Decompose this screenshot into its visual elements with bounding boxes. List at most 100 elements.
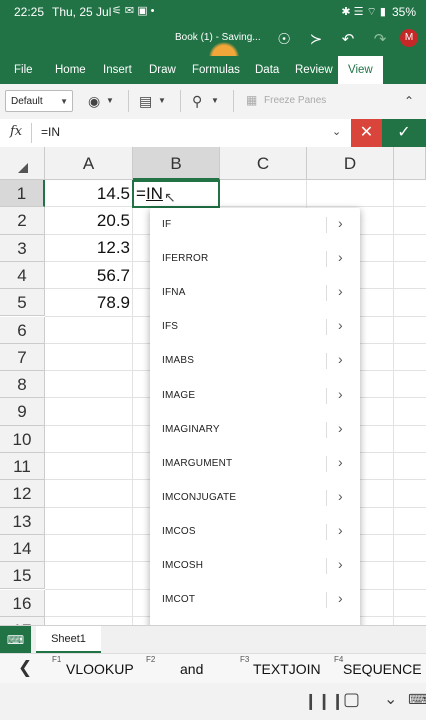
row-header[interactable]: 3 [0, 234, 45, 262]
row-header[interactable]: 9 [0, 398, 45, 426]
chevron-right-icon[interactable]: › [338, 283, 343, 299]
avatar[interactable]: M [400, 29, 418, 47]
row-header[interactable]: 2 [0, 207, 45, 235]
freeze-panes-button[interactable]: Freeze Panes [264, 95, 326, 106]
back-arrow-icon[interactable]: ❮ [18, 658, 32, 678]
zoom-icon[interactable]: ⚲ [192, 93, 202, 110]
row-header[interactable]: 8 [0, 371, 45, 399]
cell-a4[interactable]: 56.7 [47, 266, 130, 286]
grid-column-line [393, 180, 394, 625]
row-header[interactable]: 14 [0, 534, 45, 563]
suggestion-vlookup[interactable]: VLOOKUP [66, 661, 134, 677]
tab-formulas[interactable]: Formulas [192, 56, 240, 84]
cell-a1[interactable]: 14.5 [47, 184, 130, 204]
select-all-corner[interactable] [0, 147, 45, 180]
autocomplete-item[interactable]: IF › [150, 208, 360, 242]
chevron-down-icon[interactable]: ▼ [106, 96, 114, 105]
lightbulb-icon[interactable]: ☉ [274, 30, 294, 50]
autocomplete-item[interactable]: IMCOT › [150, 583, 360, 617]
tab-data[interactable]: Data [255, 56, 279, 84]
autocomplete-item[interactable]: IMCOS › [150, 515, 360, 549]
formula-input[interactable]: =IN [41, 125, 60, 139]
column-header-c[interactable]: C [220, 147, 307, 180]
tab-home[interactable]: Home [55, 56, 86, 84]
column-header-b[interactable]: B [133, 147, 220, 180]
row-header[interactable]: 16 [0, 589, 45, 617]
autocomplete-item[interactable]: IFS › [150, 310, 360, 344]
row-header[interactable]: 13 [0, 507, 45, 535]
row-header[interactable]: 1 [0, 180, 45, 208]
active-cell-b1[interactable]: =IN [132, 180, 220, 208]
view-style-value: Default [11, 96, 43, 107]
autocomplete-item[interactable]: IFNA › [150, 276, 360, 310]
row-header[interactable]: 12 [0, 480, 45, 508]
row-header[interactable]: 6 [0, 316, 45, 344]
cell-a5[interactable]: 78.9 [47, 293, 130, 313]
confirm-formula-button[interactable]: ✓ [382, 119, 426, 147]
autocomplete-item[interactable]: IFERROR › [150, 242, 360, 276]
chevron-right-icon[interactable]: › [338, 454, 343, 470]
chevron-right-icon[interactable]: › [338, 590, 343, 606]
chevron-right-icon[interactable]: › [338, 249, 343, 265]
autocomplete-item[interactable]: IMCONJUGATE › [150, 481, 360, 515]
tab-insert[interactable]: Insert [103, 56, 132, 84]
view-style-select[interactable]: Default ▼ [5, 90, 73, 112]
home-icon[interactable]: ▢ [343, 689, 360, 710]
grid-column-line [132, 180, 133, 625]
row-header[interactable]: 15 [0, 562, 45, 590]
document-title[interactable]: Book (1) - Saving... [175, 32, 261, 43]
column-header-a[interactable]: A [45, 147, 133, 180]
hide-keyboard-icon[interactable]: ⌄ [384, 689, 397, 709]
chevron-right-icon[interactable]: › [338, 215, 343, 231]
column-header-e[interactable] [394, 147, 426, 180]
chevron-right-icon[interactable]: › [338, 351, 343, 367]
chevron-right-icon[interactable]: › [338, 386, 343, 402]
row-header[interactable]: 10 [0, 425, 45, 453]
tab-view[interactable]: View [338, 56, 383, 84]
chevron-right-icon[interactable]: › [338, 522, 343, 538]
autocomplete-item[interactable]: IMCOSH › [150, 549, 360, 583]
undo-icon[interactable]: ↶ [338, 30, 358, 50]
sheet-tab-sheet1[interactable]: Sheet1 [36, 626, 101, 653]
keyboard-icon[interactable]: ⌨ [0, 626, 31, 654]
row-header[interactable]: 7 [0, 343, 45, 372]
share-icon[interactable]: ≻ [306, 30, 326, 50]
redo-icon[interactable]: ↷ [370, 30, 390, 50]
battery-level: 35% [391, 5, 416, 19]
row-header[interactable]: 17 [0, 616, 45, 625]
column-header-d[interactable]: D [307, 147, 394, 180]
suggestion-sequence[interactable]: SEQUENCE [343, 661, 422, 677]
cell-a3[interactable]: 12.3 [47, 238, 130, 258]
autocomplete-item[interactable]: IMABS › [150, 344, 360, 378]
recent-apps-icon[interactable]: ❙❙❙ [304, 691, 344, 711]
autocomplete-item[interactable]: IMAGE › [150, 379, 360, 413]
autocomplete-separator [326, 285, 327, 302]
suggestion-and[interactable]: and [180, 661, 203, 677]
suggestion-textjoin[interactable]: TEXTJOIN [253, 661, 321, 677]
chevron-down-icon[interactable]: ▼ [158, 96, 166, 105]
row-header[interactable]: 4 [0, 261, 45, 290]
chevron-right-icon[interactable]: › [338, 556, 343, 572]
cancel-formula-button[interactable]: ✕ [351, 119, 382, 147]
autocomplete-item[interactable]: IMARGUMENT › [150, 447, 360, 481]
chevron-right-icon[interactable]: › [338, 488, 343, 504]
fx-icon[interactable]: fx [10, 124, 22, 139]
collapse-ribbon-icon[interactable]: ⌃ [404, 94, 414, 108]
tab-review[interactable]: Review [295, 56, 333, 84]
layout-icon[interactable]: ▤ [139, 93, 152, 110]
cell-a2[interactable]: 20.5 [47, 211, 130, 231]
chevron-down-icon: ▼ [60, 97, 68, 106]
tab-draw[interactable]: Draw [149, 56, 176, 84]
formula-autocomplete[interactable]: IF › IFERROR › IFNA › IFS › IMABS › IMAGE › IMAGINAR… [150, 208, 360, 632]
chevron-down-icon[interactable]: ▼ [211, 96, 219, 105]
cell-b1-typed: IN [145, 184, 163, 203]
keyboard-switch-icon[interactable]: ⌨ [408, 691, 426, 708]
row-header[interactable]: 11 [0, 453, 45, 481]
autocomplete-item[interactable]: IMAGINARY › [150, 413, 360, 447]
row-header[interactable]: 5 [0, 289, 45, 317]
chevron-right-icon[interactable]: › [338, 420, 343, 436]
tab-file[interactable]: File [14, 56, 33, 84]
chevron-right-icon[interactable]: › [338, 317, 343, 333]
eye-icon[interactable]: ◉ [88, 93, 100, 110]
chevron-down-icon[interactable]: ⌄ [332, 125, 341, 138]
